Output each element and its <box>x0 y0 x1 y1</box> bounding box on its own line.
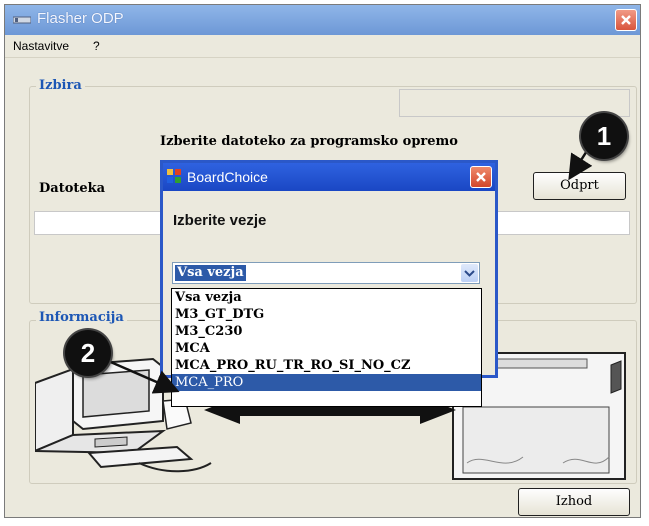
combo-value: Vsa vezja <box>175 265 246 281</box>
app-icon <box>13 16 31 24</box>
exit-button-label: Izhod <box>555 494 593 509</box>
open-button-label: Odprt <box>560 178 599 193</box>
board-options-list[interactable]: Vsa vezja M3_GT_DTG M3_C230 MCA MCA_PRO_… <box>171 288 482 407</box>
dialog-title-bar: BoardChoice <box>163 163 495 191</box>
combo-dropdown-button[interactable] <box>461 264 478 282</box>
close-button[interactable] <box>615 9 637 31</box>
list-item-selected[interactable]: MCA_PRO <box>172 374 481 391</box>
file-prompt: Izberite datoteko za programsko opremo <box>160 134 458 149</box>
exit-button[interactable]: Izhod <box>518 488 630 516</box>
dialog-close-button[interactable] <box>470 166 492 188</box>
list-item[interactable]: M3_GT_DTG <box>172 306 481 323</box>
izbira-title: Izbira <box>36 78 85 93</box>
callout-badge-2: 2 <box>65 330 111 376</box>
callout-badge-1: 1 <box>581 113 627 159</box>
list-item[interactable]: Vsa vezja <box>172 289 481 306</box>
menu-help[interactable]: ? <box>93 39 100 53</box>
file-label: Datoteka <box>39 181 106 196</box>
status-field <box>399 89 630 117</box>
close-icon <box>476 172 486 182</box>
informacija-title: Informacija <box>36 310 127 325</box>
window-title: Flasher ODP <box>37 10 124 27</box>
dialog-title: BoardChoice <box>187 169 268 185</box>
dialog-label: Izberite vezje <box>173 212 267 229</box>
chevron-down-icon <box>464 270 475 277</box>
list-item[interactable]: M3_C230 <box>172 323 481 340</box>
menu-bar: Nastavitve ? <box>5 35 640 58</box>
list-item[interactable]: MCA <box>172 340 481 357</box>
close-icon <box>621 15 631 25</box>
board-icon <box>167 169 181 183</box>
open-button[interactable]: Odprt <box>533 172 626 200</box>
title-bar: Flasher ODP <box>5 5 640 35</box>
menu-nastavitve[interactable]: Nastavitve <box>13 39 69 53</box>
board-combo[interactable]: Vsa vezja <box>172 262 480 284</box>
list-item[interactable]: MCA_PRO_RU_TR_RO_SI_NO_CZ <box>172 357 481 374</box>
